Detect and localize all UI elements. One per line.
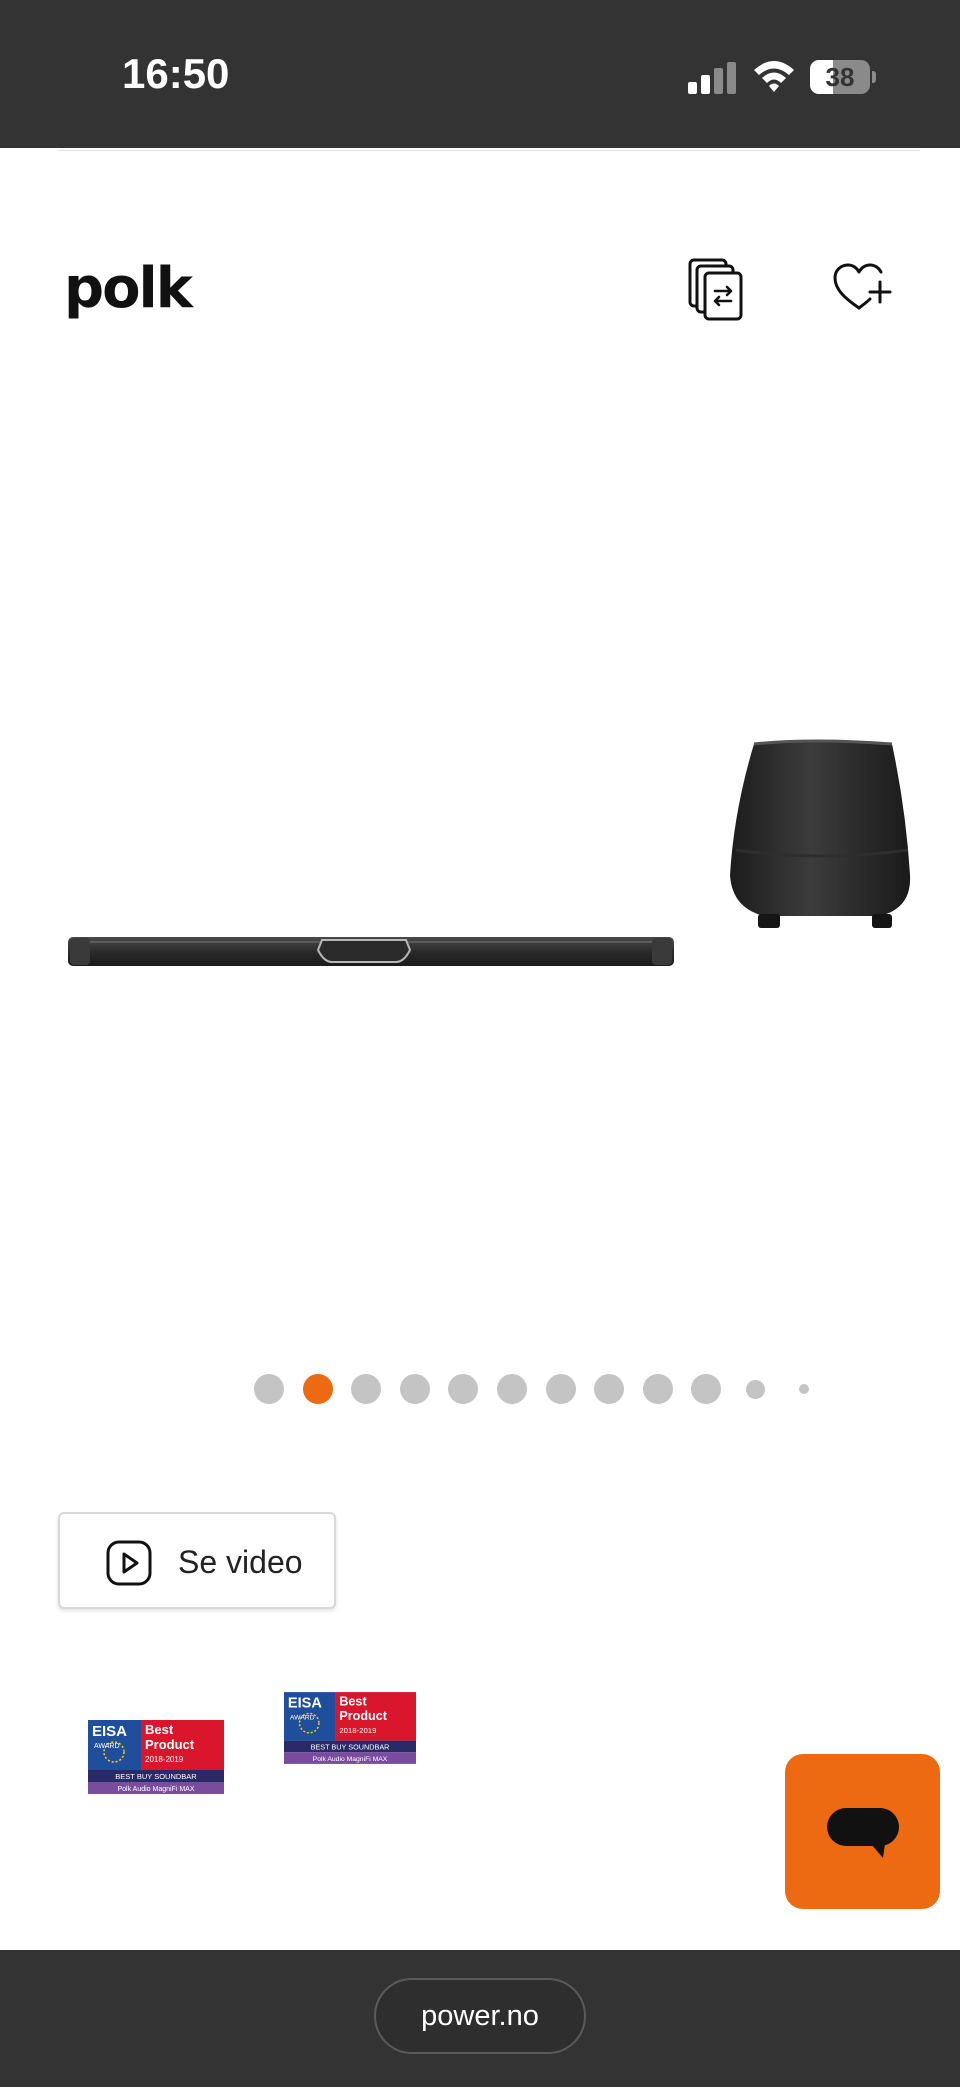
battery-body: 38 xyxy=(810,60,870,94)
product-page: 16:50 38 polk Se video EISA AWARD Best P… xyxy=(0,0,960,2087)
award-badge: EISA AWARD Best Product 2018-2019 BEST B… xyxy=(88,1720,224,1794)
browser-bottom-bar: power.no xyxy=(0,1950,960,2087)
battery-icon: 38 xyxy=(810,60,876,94)
carousel-dot[interactable] xyxy=(448,1374,479,1404)
carousel-dot[interactable] xyxy=(798,1384,809,1394)
award-years: 2018-2019 xyxy=(145,1755,184,1764)
watch-video-button[interactable]: Se video xyxy=(58,1512,336,1609)
carousel-dot[interactable] xyxy=(594,1374,625,1404)
wifi-icon xyxy=(754,61,794,92)
url-text: power.no xyxy=(421,2000,539,2032)
award-product: Polk Audio MagniFi MAX xyxy=(117,1786,194,1793)
award-years: 2018-2019 xyxy=(339,1726,376,1735)
brand-logo[interactable]: polk xyxy=(64,256,193,321)
heart-plus-icon[interactable] xyxy=(832,262,892,314)
header-divider xyxy=(58,150,920,151)
award-badge: EISA AWARD Best Product 2018-2019 BEST B… xyxy=(284,1692,416,1764)
carousel-dot[interactable] xyxy=(545,1374,576,1404)
carousel-dot[interactable] xyxy=(497,1374,527,1404)
carousel-dot[interactable] xyxy=(351,1374,382,1404)
battery-tip xyxy=(872,71,876,83)
award-word: AWARD xyxy=(94,1743,120,1750)
product-image[interactable] xyxy=(60,730,920,980)
carousel-dot[interactable] xyxy=(745,1379,765,1399)
award-word: AWARD xyxy=(290,1714,315,1721)
url-bar[interactable]: power.no xyxy=(374,1978,586,2054)
award-title-line2: Product xyxy=(145,1737,195,1752)
soundbar xyxy=(68,937,674,966)
carousel-dot[interactable] xyxy=(399,1374,430,1404)
battery-level: 38 xyxy=(825,62,855,92)
award-title-line2: Product xyxy=(339,1709,387,1723)
award-org: EISA xyxy=(92,1723,127,1740)
compare-icon[interactable] xyxy=(688,258,746,322)
carousel-dot[interactable] xyxy=(254,1374,284,1404)
play-icon xyxy=(106,1540,152,1586)
image-carousel-dots xyxy=(254,1374,834,1404)
chat-bubble-icon xyxy=(827,1808,899,1858)
award-org: EISA xyxy=(288,1696,322,1712)
watch-video-label: Se video xyxy=(178,1544,303,1580)
chat-button[interactable] xyxy=(785,1754,940,1909)
subwoofer xyxy=(730,739,911,928)
award-title-line1: Best xyxy=(145,1722,174,1737)
award-product: Polk Audio MagniFi MAX xyxy=(313,1756,388,1763)
award-category: BEST BUY SOUNDBAR xyxy=(311,1742,390,1751)
status-time: 16:50 xyxy=(122,50,230,97)
award-title-line1: Best xyxy=(339,1695,367,1709)
carousel-dot-active[interactable] xyxy=(302,1374,333,1404)
carousel-dot[interactable] xyxy=(642,1374,673,1404)
carousel-dot[interactable] xyxy=(691,1374,722,1404)
cellular-signal-icon xyxy=(688,62,736,94)
status-bar: 16:50 38 xyxy=(0,0,960,148)
award-category: BEST BUY SOUNDBAR xyxy=(115,1772,197,1781)
